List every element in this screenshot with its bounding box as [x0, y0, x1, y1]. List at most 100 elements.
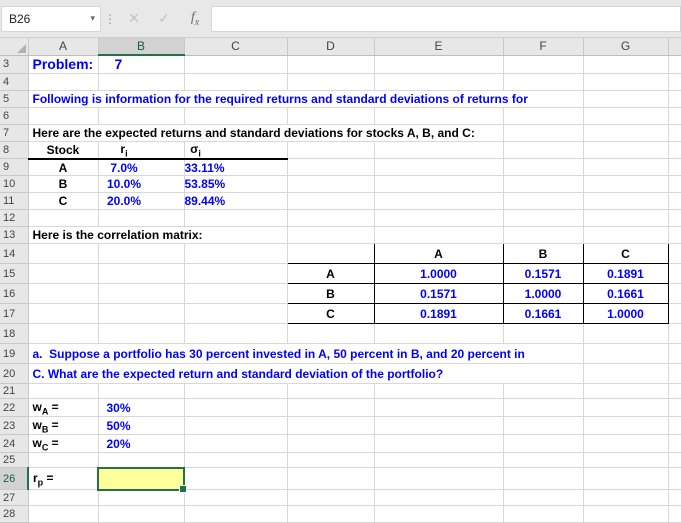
- matrix-cell-bb[interactable]: 1.0000: [502, 283, 584, 305]
- cell-a8-stock-header[interactable]: Stock: [28, 141, 99, 160]
- name-box-caret-icon[interactable]: ▾: [90, 13, 95, 24]
- cell[interactable]: [668, 416, 681, 436]
- cell[interactable]: [98, 505, 185, 523]
- cell[interactable]: [668, 107, 681, 125]
- row-header-26[interactable]: 26: [0, 467, 29, 491]
- col-header-c[interactable]: C: [184, 38, 288, 56]
- matrix-cell-cc[interactable]: 1.0000: [582, 303, 669, 325]
- cell[interactable]: [28, 209, 99, 228]
- cell-b3-problem-number[interactable]: 7: [98, 55, 185, 74]
- cell[interactable]: [28, 505, 99, 523]
- formula-input[interactable]: [211, 5, 681, 32]
- cell[interactable]: [374, 489, 504, 507]
- insert-function-icon[interactable]: fx: [179, 10, 211, 28]
- cell[interactable]: [583, 489, 669, 507]
- cell-c8-sigma-header[interactable]: σi: [184, 141, 288, 160]
- cell[interactable]: [374, 323, 504, 345]
- cell[interactable]: [287, 489, 375, 507]
- cell[interactable]: [503, 505, 584, 523]
- matrix-row-label-c[interactable]: C: [286, 303, 375, 325]
- cell[interactable]: [287, 505, 375, 523]
- cell[interactable]: [668, 489, 681, 507]
- cell[interactable]: [668, 158, 681, 177]
- cell-a26-rp-label[interactable]: rp =: [28, 467, 99, 491]
- cell[interactable]: [583, 323, 669, 345]
- cell[interactable]: [503, 226, 584, 245]
- cell[interactable]: [668, 124, 681, 142]
- cell[interactable]: [503, 489, 584, 507]
- cell-c10-sigma[interactable]: 53.85%: [184, 175, 288, 194]
- cell-b22-weight-a-value[interactable]: 30%: [98, 398, 185, 418]
- cell[interactable]: [668, 192, 681, 211]
- cell[interactable]: [668, 73, 681, 91]
- cell[interactable]: [668, 55, 681, 74]
- cell-a24-weight-c-label[interactable]: wC =: [28, 434, 99, 454]
- cell[interactable]: [98, 303, 185, 325]
- cell[interactable]: [28, 303, 99, 325]
- cell[interactable]: [374, 107, 504, 125]
- cell[interactable]: [184, 263, 288, 285]
- cell[interactable]: [374, 383, 504, 400]
- cell[interactable]: [374, 505, 504, 523]
- cell[interactable]: [503, 141, 584, 160]
- cell-a23-weight-b-label[interactable]: wB =: [28, 416, 99, 436]
- cell[interactable]: [287, 383, 375, 400]
- matrix-cell-ca[interactable]: 0.1891: [373, 303, 504, 325]
- row-header-15[interactable]: 15: [0, 263, 29, 285]
- cell-b23-weight-b-value[interactable]: 50%: [98, 416, 185, 436]
- cell[interactable]: [287, 175, 375, 194]
- row-header-9[interactable]: 9: [0, 158, 29, 177]
- cell[interactable]: [184, 303, 288, 325]
- cell[interactable]: [184, 323, 288, 345]
- cell[interactable]: [583, 398, 669, 418]
- name-box[interactable]: B26 ▾: [1, 5, 101, 32]
- cell[interactable]: [184, 505, 288, 523]
- cell[interactable]: [503, 73, 584, 91]
- matrix-cell-ba[interactable]: 0.1571: [373, 283, 504, 305]
- cell[interactable]: [98, 107, 185, 125]
- cell[interactable]: [583, 416, 669, 436]
- cell[interactable]: [184, 398, 288, 418]
- row-header-3[interactable]: 3: [0, 55, 29, 74]
- cell[interactable]: [503, 209, 584, 228]
- cell[interactable]: [184, 467, 288, 491]
- cell-a20-text[interactable]: C. What are the expected return and stan…: [28, 363, 584, 385]
- cell[interactable]: [668, 398, 681, 418]
- cell[interactable]: [583, 107, 669, 125]
- matrix-corner-cell[interactable]: [286, 243, 375, 265]
- cell[interactable]: [98, 452, 185, 469]
- cell[interactable]: [98, 383, 185, 400]
- cell[interactable]: [28, 283, 99, 305]
- cell[interactable]: [583, 141, 669, 160]
- cell[interactable]: [28, 383, 99, 400]
- cell[interactable]: [503, 323, 584, 345]
- cell[interactable]: [668, 467, 681, 491]
- cell[interactable]: [184, 489, 288, 507]
- cell-b11-return[interactable]: 20.0%: [98, 192, 185, 211]
- cell[interactable]: [98, 73, 185, 91]
- matrix-col-header-c[interactable]: C: [582, 243, 669, 265]
- cell[interactable]: [668, 175, 681, 194]
- cell[interactable]: [503, 192, 584, 211]
- cell[interactable]: [287, 398, 375, 418]
- cell[interactable]: [184, 434, 288, 454]
- row-header-4[interactable]: 4: [0, 73, 29, 91]
- cell[interactable]: [28, 452, 99, 469]
- cell[interactable]: [374, 158, 504, 177]
- matrix-col-header-a[interactable]: A: [373, 243, 504, 265]
- cell[interactable]: [374, 398, 504, 418]
- cell[interactable]: [287, 192, 375, 211]
- cell[interactable]: [184, 73, 288, 91]
- cell[interactable]: [98, 209, 185, 228]
- matrix-cell-bc[interactable]: 0.1661: [582, 283, 669, 305]
- cell[interactable]: [287, 209, 375, 228]
- cell[interactable]: [583, 505, 669, 523]
- cell[interactable]: [583, 73, 669, 91]
- matrix-cell-ab[interactable]: 0.1571: [502, 263, 584, 285]
- cell[interactable]: [583, 363, 669, 385]
- row-header-5[interactable]: 5: [0, 90, 29, 108]
- row-header-24[interactable]: 24: [0, 434, 29, 454]
- cell[interactable]: [583, 55, 669, 74]
- row-header-11[interactable]: 11: [0, 192, 29, 211]
- row-header-10[interactable]: 10: [0, 175, 29, 194]
